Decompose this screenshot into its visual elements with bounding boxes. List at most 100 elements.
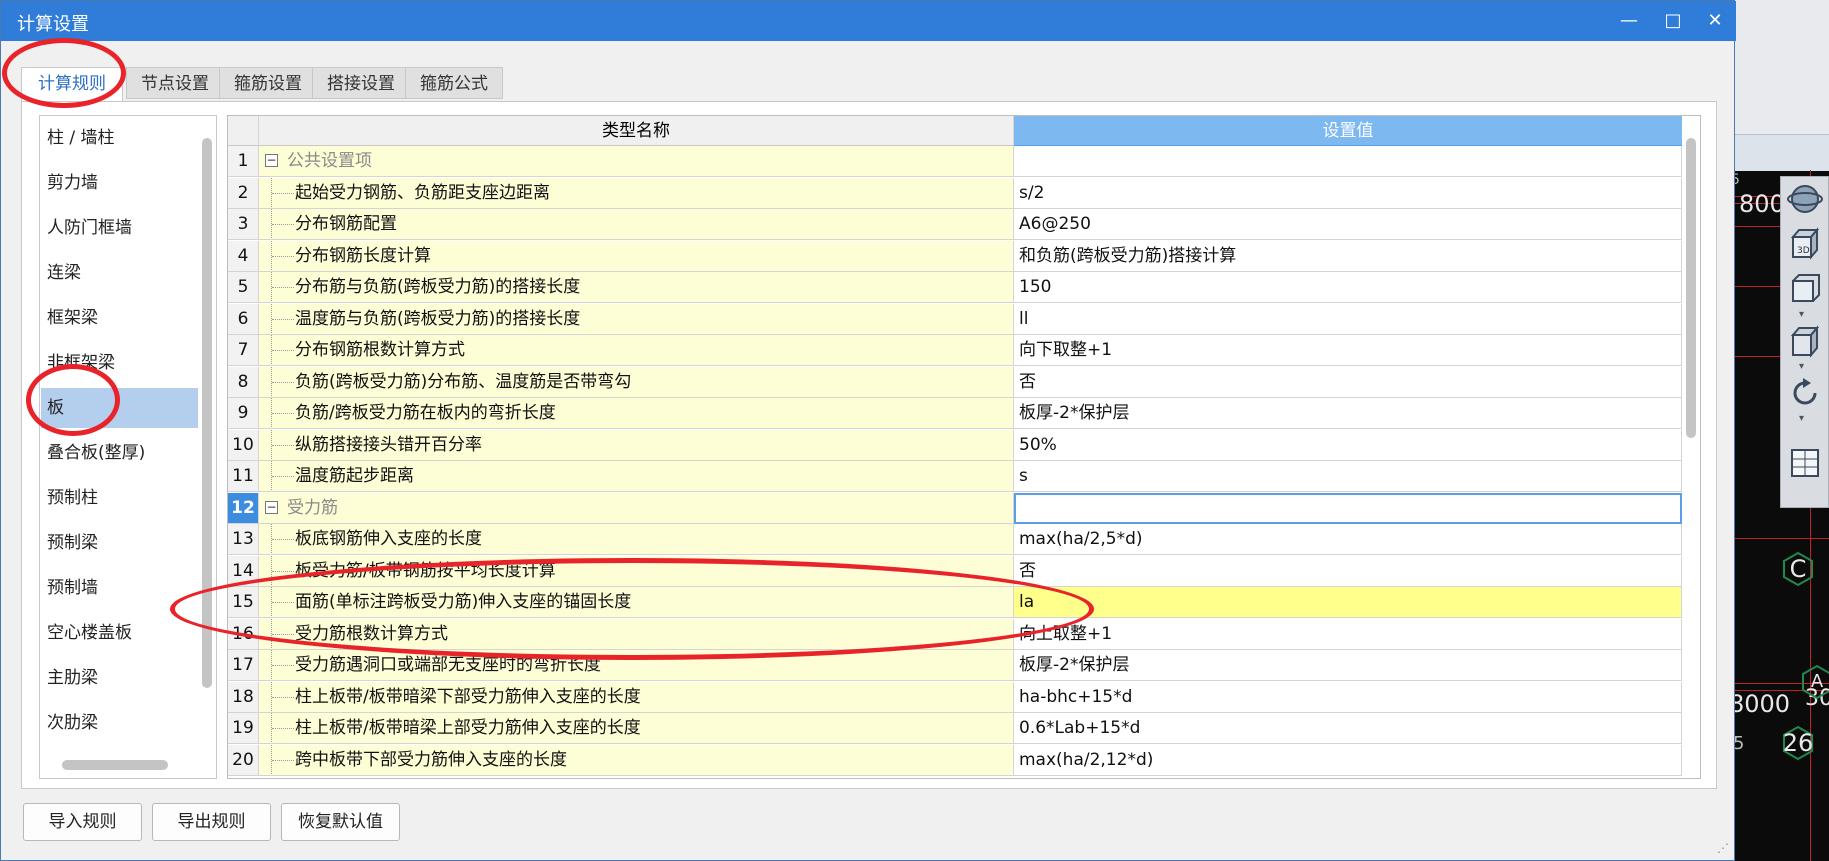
- table-row[interactable]: 18 柱上板带/板带暗梁下部受力筋伸入支座的长度 ha-bhc+15*d: [228, 681, 1682, 713]
- setting-value-cell[interactable]: 150: [1014, 272, 1682, 303]
- setting-name: 温度筋与负筋(跨板受力筋)的搭接长度: [295, 308, 581, 329]
- setting-value-cell[interactable]: 板厚-2*保护层: [1014, 398, 1682, 429]
- table-row[interactable]: 6 温度筋与负筋(跨板受力筋)的搭接长度 ll: [228, 303, 1682, 335]
- table-row[interactable]: 12− 受力筋: [228, 492, 1682, 524]
- collapse-icon[interactable]: −: [265, 500, 278, 514]
- list-item[interactable]: 剪力墙: [41, 163, 198, 203]
- list-item[interactable]: 预制梁: [41, 523, 198, 563]
- list-item[interactable]: 主肋梁: [41, 658, 198, 698]
- minimize-button[interactable]: —: [1611, 7, 1647, 35]
- setting-value-cell[interactable]: [1014, 492, 1682, 524]
- table-row[interactable]: 8 负筋(跨板受力筋)分布筋、温度筋是否带弯勾 否: [228, 366, 1682, 398]
- setting-value-cell[interactable]: [1014, 146, 1682, 177]
- column-header-name: 类型名称: [259, 116, 1014, 146]
- group-label: 公共设置项: [287, 151, 372, 171]
- tab-stirrup-settings[interactable]: 箍筋设置: [219, 67, 317, 99]
- tree-line: [272, 539, 294, 541]
- maximize-button[interactable]: □: [1655, 7, 1691, 35]
- tab-lap-settings[interactable]: 搭接设置: [312, 67, 410, 99]
- setting-name: 起始受力钢筋、负筋距支座边距离: [295, 182, 550, 203]
- table-row[interactable]: 9 负筋/跨板受力筋在板内的弯折长度 板厚-2*保护层: [228, 398, 1682, 429]
- table-row[interactable]: 7 分布钢筋根数计算方式 向下取整+1: [228, 335, 1682, 366]
- globe-icon[interactable]: [1787, 181, 1823, 217]
- cad-dim-label: 5: [1735, 172, 1740, 188]
- table-row[interactable]: 10 纵筋搭接接头错开百分率 50%: [228, 429, 1682, 461]
- tab-node-settings[interactable]: 节点设置: [126, 67, 224, 99]
- table-row[interactable]: 5 分布筋与负筋(跨板受力筋)的搭接长度 150: [228, 272, 1682, 303]
- setting-value-cell[interactable]: 否: [1014, 555, 1682, 587]
- setting-value-cell[interactable]: s/2: [1014, 177, 1682, 209]
- annotation-circle: [26, 364, 120, 436]
- setting-name-cell: 柱上板带/板带暗梁下部受力筋伸入支座的长度: [259, 681, 1014, 713]
- tree-line: [272, 444, 294, 447]
- annotation-circle: [2, 38, 126, 108]
- calculation-settings-dialog: 计算设置 — □ ✕ 计算规则 节点设置 箍筋设置 搭接设置 箍筋公式 柱 / …: [0, 0, 1736, 861]
- view-box-icon[interactable]: [1787, 271, 1823, 307]
- list-item[interactable]: 连梁: [41, 253, 198, 293]
- setting-value-cell[interactable]: 向下取整+1: [1014, 335, 1682, 366]
- table-row[interactable]: 3 分布钢筋配置 A6@250: [228, 209, 1682, 240]
- grid-list-icon[interactable]: [1787, 445, 1823, 481]
- list-item[interactable]: 叠合板(整厚): [41, 433, 198, 473]
- list-item[interactable]: 框架梁: [41, 298, 198, 338]
- title-bar[interactable]: 计算设置 — □ ✕: [1, 1, 1736, 41]
- resize-grip-icon[interactable]: ⋰: [1717, 841, 1729, 855]
- cad-toolbar-strip: [1735, 134, 1829, 171]
- 3d-cube-icon[interactable]: 3D: [1787, 225, 1823, 261]
- cube-outline-icon[interactable]: [1787, 323, 1823, 359]
- row-number: 3: [228, 209, 259, 240]
- setting-value-cell[interactable]: max(ha/2,5*d): [1014, 524, 1682, 555]
- setting-value-cell[interactable]: ha-bhc+15*d: [1014, 681, 1682, 713]
- list-item[interactable]: 次肋梁: [41, 703, 198, 743]
- row-number-header: [228, 116, 259, 146]
- horizontal-scrollbar[interactable]: [62, 760, 168, 770]
- setting-name-cell: 负筋(跨板受力筋)分布筋、温度筋是否带弯勾: [259, 366, 1014, 398]
- table-row[interactable]: 11 温度筋起步距离 s: [228, 461, 1682, 492]
- rotate-icon[interactable]: [1787, 375, 1823, 411]
- tree-line: [272, 224, 294, 226]
- chevron-down-icon[interactable]: ▾: [1799, 361, 1804, 372]
- setting-value-cell[interactable]: 板厚-2*保护层: [1014, 650, 1682, 681]
- tree-line: [272, 728, 294, 730]
- chevron-down-icon[interactable]: ▾: [1799, 309, 1804, 320]
- setting-value-cell[interactable]: s: [1014, 461, 1682, 492]
- setting-value-cell[interactable]: 0.6*Lab+15*d: [1014, 713, 1682, 744]
- collapse-icon[interactable]: −: [265, 154, 278, 167]
- table-row[interactable]: 4 分布钢筋长度计算 和负筋(跨板受力筋)搭接计算: [228, 240, 1682, 272]
- table-row[interactable]: 19 柱上板带/板带暗梁上部受力筋伸入支座的长度 0.6*Lab+15*d: [228, 713, 1682, 744]
- chevron-down-icon[interactable]: ▾: [1799, 413, 1804, 424]
- list-item[interactable]: 人防门框墙: [41, 208, 198, 248]
- cad-axis-bubble: 26: [1782, 725, 1814, 761]
- setting-name-cell: 温度筋与负筋(跨板受力筋)的搭接长度: [259, 303, 1014, 335]
- annotation-ellipse: [170, 558, 1094, 660]
- export-rules-button[interactable]: 导出规则: [152, 803, 271, 841]
- list-item[interactable]: 预制柱: [41, 478, 198, 518]
- table-row[interactable]: 2 起始受力钢筋、负筋距支座边距离 s/2: [228, 177, 1682, 209]
- row-number: 7: [228, 335, 259, 366]
- list-item[interactable]: 柱 / 墙柱: [41, 118, 198, 158]
- table-row[interactable]: 20 跨中板带下部受力筋伸入支座的长度 max(ha/2,12*d): [228, 744, 1682, 776]
- window-title: 计算设置: [17, 14, 89, 35]
- category-list[interactable]: 柱 / 墙柱 剪力墙 人防门框墙 连梁 框架梁 非框架梁 板 叠合板(整厚) 预…: [39, 115, 217, 779]
- import-rules-button[interactable]: 导入规则: [23, 803, 142, 841]
- table-row[interactable]: 1− 公共设置项: [228, 146, 1682, 177]
- tab-stirrup-formula[interactable]: 箍筋公式: [405, 67, 503, 99]
- row-number: 19: [228, 713, 259, 744]
- cad-dim-label: 800: [1739, 190, 1785, 218]
- setting-value-cell[interactable]: 向上取整+1: [1014, 618, 1682, 650]
- grid-header: 类型名称 设置值: [228, 116, 1682, 146]
- setting-value-cell[interactable]: la: [1014, 587, 1682, 618]
- table-row[interactable]: 13 板底钢筋伸入支座的长度 max(ha/2,5*d): [228, 524, 1682, 555]
- setting-value-cell[interactable]: 50%: [1014, 429, 1682, 461]
- setting-value-cell[interactable]: ll: [1014, 303, 1682, 335]
- setting-value-cell[interactable]: max(ha/2,12*d): [1014, 744, 1682, 776]
- setting-name: 跨中板带下部受力筋伸入支座的长度: [295, 749, 567, 770]
- row-number: 12: [228, 492, 259, 524]
- setting-value-cell[interactable]: 否: [1014, 366, 1682, 398]
- list-item[interactable]: 空心楼盖板: [41, 613, 198, 653]
- vertical-scrollbar[interactable]: [1686, 138, 1696, 438]
- close-button[interactable]: ✕: [1697, 7, 1733, 35]
- setting-value-cell[interactable]: 和负筋(跨板受力筋)搭接计算: [1014, 240, 1682, 272]
- setting-value-cell[interactable]: A6@250: [1014, 209, 1682, 240]
- restore-defaults-button[interactable]: 恢复默认值: [281, 803, 400, 841]
